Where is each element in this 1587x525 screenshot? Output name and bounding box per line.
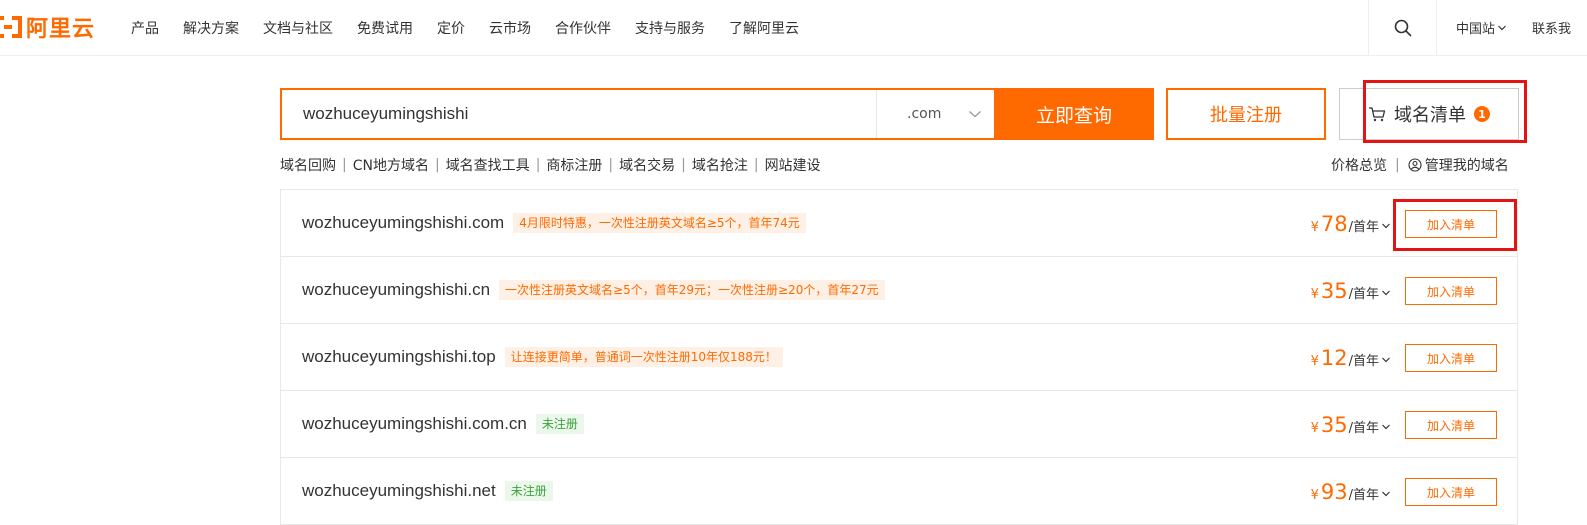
main-nav: 产品 解决方案 文档与社区 免费试用 定价 云市场 合作伙伴 支持与服务 了解阿… [131, 0, 799, 56]
domain-suffix-select[interactable]: .com [876, 90, 994, 138]
domain-name: wozhuceyumingshishi.com [302, 213, 505, 232]
nav-divider [1436, 0, 1437, 56]
batch-register-button[interactable]: 批量注册 [1166, 88, 1326, 140]
search-icon[interactable] [1392, 17, 1414, 39]
result-row: wozhuceyumingshishi.top 让连接更简单，普通词一次性注册1… [281, 324, 1517, 391]
logo-mark-icon [0, 16, 22, 38]
nav-item-partners[interactable]: 合作伙伴 [555, 18, 611, 38]
price-period-select[interactable]: /首年 [1349, 283, 1391, 302]
status-tag: 未注册 [504, 481, 553, 501]
chevron-down-icon [1382, 424, 1390, 429]
price-amount: 35 [1320, 413, 1348, 437]
chevron-down-icon [969, 111, 981, 118]
promo-tag: 一次性注册英文域名≥5个，首年29元；一次性注册≥20个，首年27元 [499, 280, 885, 300]
domain-search-input[interactable] [282, 90, 876, 138]
price: ¥ 12 /首年 [1311, 346, 1391, 370]
nav-divider [1368, 0, 1369, 56]
region-label: 中国站 [1456, 22, 1496, 37]
manage-domains-label: 管理我的域名 [1424, 158, 1509, 174]
price-unit: /首年 [1348, 287, 1379, 302]
currency-symbol: ¥ [1310, 220, 1319, 235]
domain-name: wozhuceyumingshishi.cn [302, 280, 491, 299]
price-period-select[interactable]: /首年 [1349, 484, 1391, 503]
region-selector[interactable]: 中国站 [1456, 18, 1507, 37]
add-to-list-button[interactable]: 加入清单 [1405, 344, 1497, 372]
result-row: wozhuceyumingshishi.cn 一次性注册英文域名≥5个，首年29… [281, 257, 1517, 324]
nav-item-solutions[interactable]: 解决方案 [183, 18, 239, 38]
result-row: wozhuceyumingshishi.com.cn 未注册 ¥ 35 /首年 … [281, 391, 1517, 458]
add-to-list-button[interactable]: 加入清单 [1405, 411, 1497, 439]
query-button[interactable]: 立即查询 [994, 88, 1154, 140]
currency-symbol: ¥ [1310, 354, 1319, 369]
link-domain-trading[interactable]: 域名交易 [619, 155, 675, 175]
link-domain-finder-tool[interactable]: 域名查找工具 [446, 155, 530, 175]
nav-item-marketplace[interactable]: 云市场 [489, 18, 531, 38]
link-domain-backorder[interactable]: 域名抢注 [692, 155, 748, 175]
price-amount: 78 [1320, 212, 1348, 236]
nav-item-free-trial[interactable]: 免费试用 [357, 18, 413, 38]
link-website-building[interactable]: 网站建设 [765, 155, 821, 175]
price-unit: /首年 [1348, 354, 1379, 369]
price: ¥ 35 /首年 [1311, 413, 1391, 437]
price-amount: 93 [1320, 480, 1348, 504]
user-icon [1408, 158, 1422, 172]
link-cn-regional-domain[interactable]: CN地方域名 [353, 155, 429, 175]
chevron-down-icon [1382, 223, 1390, 228]
domain-name: wozhuceyumingshishi.top [302, 347, 496, 366]
aliyun-logo[interactable]: 阿里云 [0, 12, 95, 42]
result-row: wozhuceyumingshishi.com 4月限时特惠，一次性注册英文域名… [281, 190, 1517, 257]
link-domain-buyback[interactable]: 域名回购 [280, 155, 336, 175]
domain-name: wozhuceyumingshishi.com.cn [302, 414, 527, 433]
price-unit: /首年 [1348, 421, 1379, 436]
logo-text: 阿里云 [26, 17, 96, 42]
top-navigation-bar: 阿里云 产品 解决方案 文档与社区 免费试用 定价 云市场 合作伙伴 支持与服务… [0, 0, 1587, 56]
right-links: 价格总览 | 管理我的域名 [1331, 155, 1509, 175]
contact-link[interactable]: 联系我 [1532, 18, 1571, 37]
price-unit: /首年 [1348, 220, 1379, 235]
quick-links: 域名回购 | CN地方域名 | 域名查找工具 | 商标注册 | 域名交易 | 域名抢注 | … [280, 155, 821, 175]
price: ¥ 78 /首年 [1311, 212, 1391, 236]
result-row: wozhuceyumingshishi.net 未注册 ¥ 93 /首年 加入清… [281, 458, 1517, 525]
price-period-select[interactable]: /首年 [1349, 216, 1391, 235]
price: ¥ 93 /首年 [1311, 480, 1391, 504]
domain-results-list: wozhuceyumingshishi.com 4月限时特惠，一次性注册英文域名… [280, 189, 1518, 525]
chevron-down-icon [1498, 25, 1506, 30]
domain-search-box: .com [280, 88, 996, 140]
highlight-box-add-button [1393, 199, 1517, 251]
suffix-selected-value: .com [907, 106, 942, 122]
chevron-down-icon [1382, 290, 1390, 295]
nav-item-about[interactable]: 了解阿里云 [729, 18, 799, 38]
price-period-select[interactable]: /首年 [1349, 417, 1391, 436]
promo-tag: 让连接更简单，普通词一次性注册10年仅188元！ [504, 347, 783, 367]
price-unit: /首年 [1348, 488, 1379, 503]
price-amount: 12 [1320, 346, 1348, 370]
highlight-box-cart [1363, 80, 1527, 143]
currency-symbol: ¥ [1310, 421, 1319, 436]
domain-name: wozhuceyumingshishi.net [302, 481, 496, 500]
nav-item-docs-community[interactable]: 文档与社区 [263, 18, 333, 38]
price-period-select[interactable]: /首年 [1349, 350, 1391, 369]
chevron-down-icon [1382, 357, 1390, 362]
currency-symbol: ¥ [1310, 488, 1319, 503]
chevron-down-icon [1382, 491, 1390, 496]
link-trademark-register[interactable]: 商标注册 [546, 155, 602, 175]
nav-item-pricing[interactable]: 定价 [437, 18, 465, 38]
link-price-overview[interactable]: 价格总览 [1331, 155, 1387, 175]
price: ¥ 35 /首年 [1311, 279, 1391, 303]
link-manage-domains[interactable]: 管理我的域名 [1408, 155, 1509, 175]
price-amount: 35 [1320, 279, 1348, 303]
currency-symbol: ¥ [1310, 287, 1319, 302]
add-to-list-button[interactable]: 加入清单 [1405, 277, 1497, 305]
status-tag: 未注册 [535, 414, 584, 434]
nav-item-support[interactable]: 支持与服务 [635, 18, 705, 38]
promo-tag: 4月限时特惠，一次性注册英文域名≥5个，首年74元 [513, 213, 806, 233]
nav-item-products[interactable]: 产品 [131, 18, 159, 38]
